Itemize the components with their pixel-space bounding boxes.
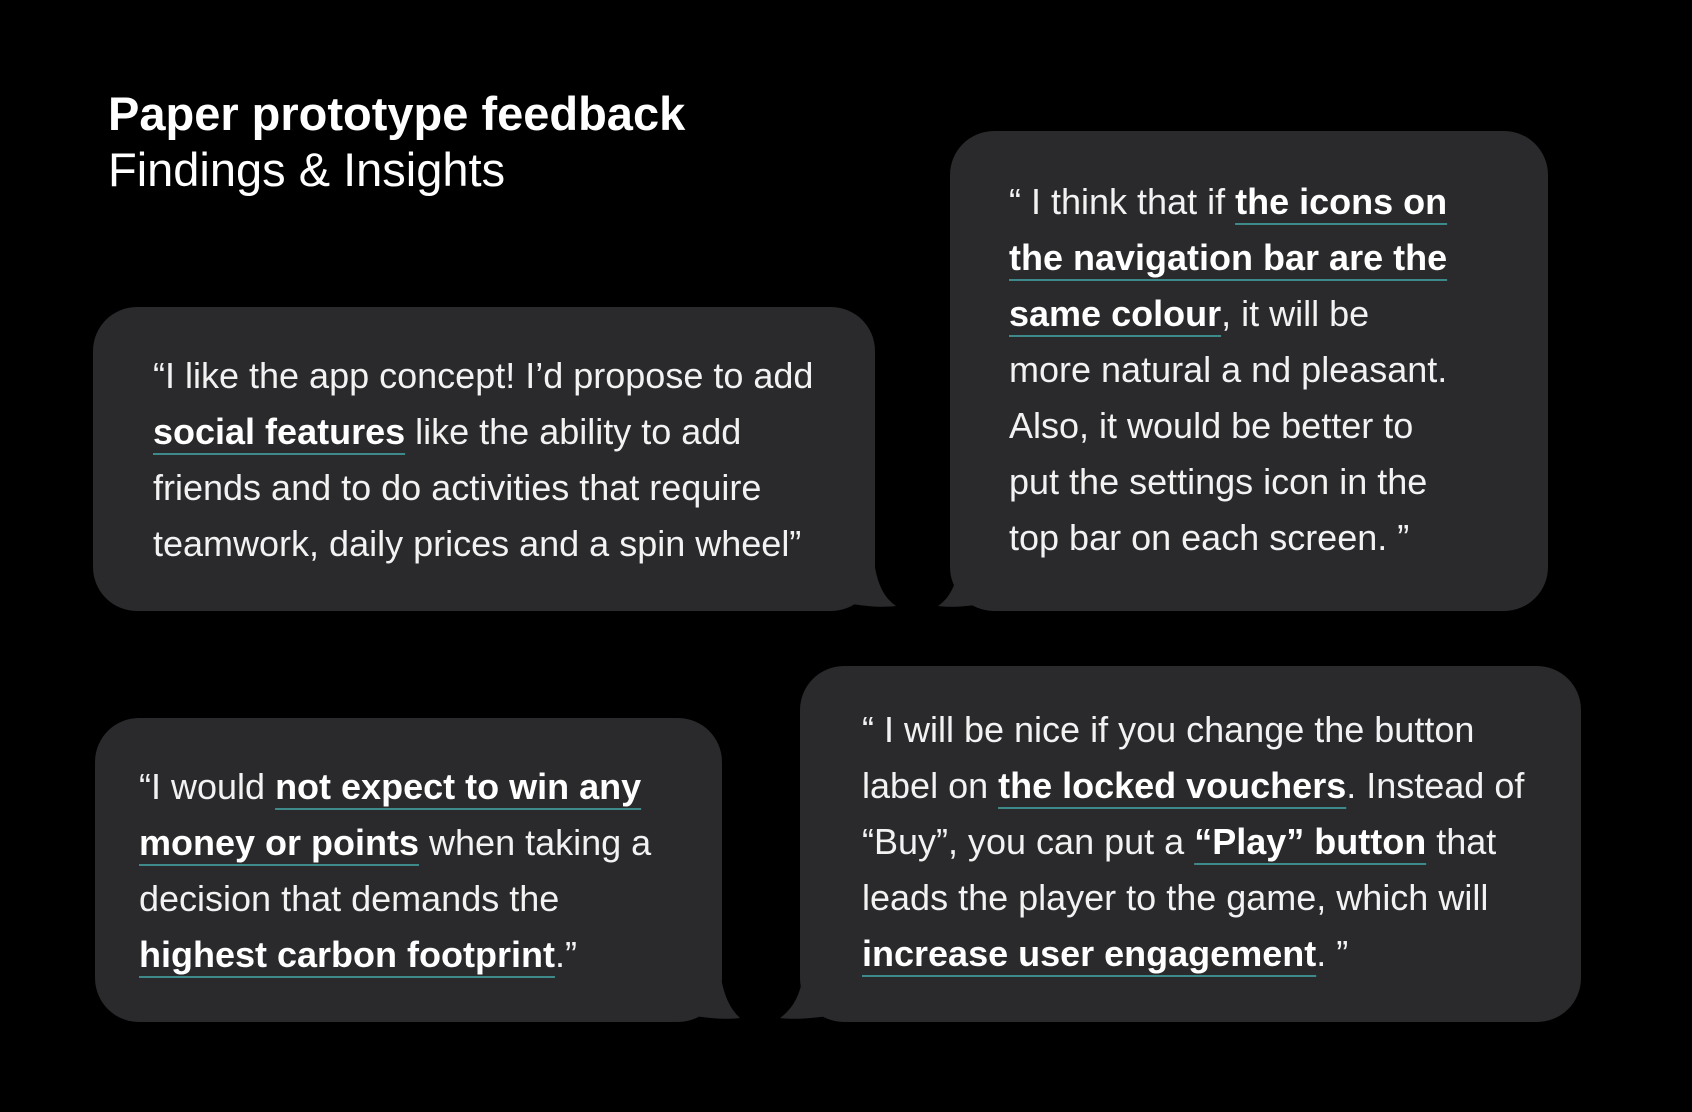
- bubble-tail: [780, 950, 836, 1019]
- quote-text: . ”: [1316, 933, 1349, 974]
- slide-subtitle: Findings & Insights: [108, 143, 506, 196]
- highlighted-phrase: the icons on: [1235, 181, 1448, 222]
- quote-text: teamwork, daily prices and a spin wheel”: [153, 523, 802, 564]
- slide-header: Paper prototype feedback Findings & Insi…: [108, 86, 685, 198]
- quote-text: friends and to do activities that requir…: [153, 467, 762, 508]
- highlighted-phrase: highest carbon footprint: [139, 934, 555, 975]
- feedback-quote-social-features: “I like the app concept! I’d propose to …: [153, 348, 813, 572]
- highlighted-phrase: the navigation bar are the: [1009, 237, 1448, 278]
- quote-text: top bar on each screen. ”: [1009, 517, 1410, 558]
- quote-text: “Buy”, you can put a: [862, 821, 1195, 862]
- bubble-tail: [840, 540, 896, 607]
- feedback-quote-navigation-icons: “ I think that if the icons on the naviga…: [1009, 174, 1447, 566]
- highlighted-phrase: increase user engagement: [862, 933, 1317, 974]
- feedback-slide: Paper prototype feedback Findings & Insi…: [0, 0, 1692, 1112]
- highlighted-phrase: money or points: [139, 822, 420, 863]
- quote-text: that: [1426, 821, 1497, 862]
- highlighted-phrase: social features: [153, 411, 406, 452]
- highlighted-phrase: same colour: [1009, 293, 1222, 334]
- quote-text: “I would: [139, 766, 276, 807]
- quote-text: decision that demands the: [139, 878, 560, 919]
- quote-text: . Instead of: [1346, 765, 1525, 806]
- feedback-quote-carbon-footprint: “I would not expect to win any money or p…: [139, 759, 651, 983]
- slide-title: Paper prototype feedback: [108, 87, 686, 140]
- feedback-quote-locked-vouchers: “ I will be nice if you change the butto…: [862, 702, 1524, 982]
- quote-text: like the ability to add: [405, 411, 742, 452]
- quote-text: more natural a nd pleasant.: [1009, 349, 1448, 390]
- quote-text: “I like the app concept! I’d propose to …: [153, 355, 814, 396]
- quote-text: .”: [554, 934, 577, 975]
- quote-text: label on: [862, 765, 999, 806]
- quote-text: “ I think that if: [1009, 181, 1236, 222]
- quote-text: , it will be: [1221, 293, 1370, 334]
- quote-text: when taking a: [419, 822, 652, 863]
- highlighted-phrase: the locked vouchers: [998, 765, 1347, 806]
- quote-text: Also, it would be better to: [1009, 405, 1414, 446]
- quote-text: “ I will be nice if you change the butto…: [862, 709, 1475, 750]
- highlighted-phrase: not expect to win any: [275, 766, 642, 807]
- bubble-tail: [938, 540, 994, 607]
- quote-text: put the settings icon in the: [1009, 461, 1428, 502]
- highlighted-phrase: “Play” button: [1194, 821, 1427, 862]
- quote-text: leads the player to the game, which will: [862, 877, 1489, 918]
- bubble-tail: [688, 950, 740, 1019]
